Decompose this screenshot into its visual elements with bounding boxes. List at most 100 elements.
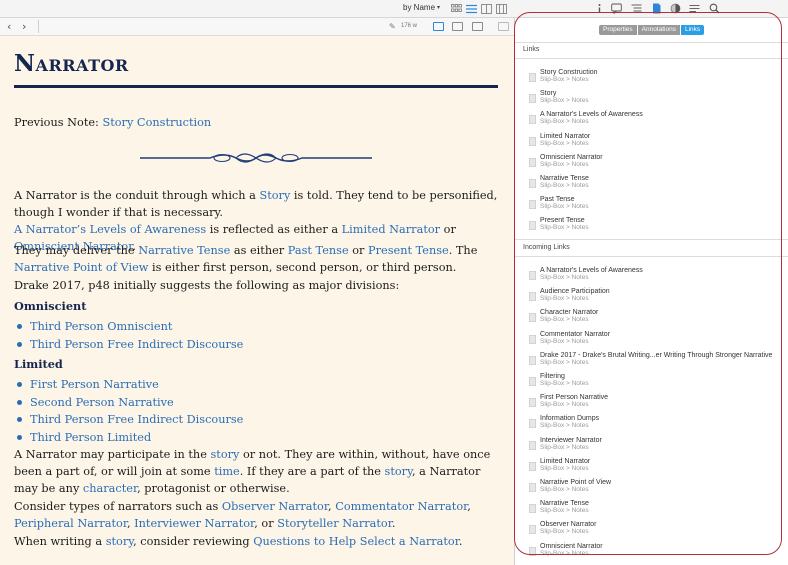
link-list-item[interactable]: Audience Participation Slip-Box > Notes: [527, 288, 788, 309]
doc-icon: [529, 355, 536, 365]
column-view-icon[interactable]: [481, 4, 492, 14]
search-icon[interactable]: [709, 3, 720, 14]
link-story[interactable]: story: [106, 535, 133, 548]
doc-icon: [529, 179, 536, 188]
link-path: Slip-Box > Notes: [540, 507, 589, 515]
link-list-item[interactable]: Observer Narrator Slip-Box > Notes: [527, 521, 788, 542]
paragraph-4: Drake 2017, p48 initially suggests the f…: [14, 279, 400, 292]
link-levels-of-awareness[interactable]: A Narrator’s Levels of Awareness: [14, 223, 206, 236]
link-path: Slip-Box > Notes: [540, 295, 589, 303]
list-link[interactable]: Second Person Narrative: [30, 396, 174, 409]
sort-by-label[interactable]: by Name: [403, 3, 435, 12]
link-list-item[interactable]: Limited Narrator Slip-Box > Notes: [527, 133, 788, 154]
link-narrative-point-of-view[interactable]: Narrative Point of View: [14, 261, 148, 274]
bookmark-icon[interactable]: [651, 3, 662, 14]
link-present-tense[interactable]: Present Tense: [368, 244, 449, 257]
link-list-item[interactable]: A Narrator's Levels of Awareness Slip-Box…: [527, 111, 788, 132]
link-path: Slip-Box > Notes: [540, 486, 589, 493]
doc-icon: [529, 73, 536, 82]
toc-icon[interactable]: [631, 3, 642, 14]
link-time[interactable]: time: [214, 465, 240, 478]
link-list-item[interactable]: First Person Narrative Slip-Box > Notes: [527, 394, 788, 415]
sort-dropdown-caret-icon[interactable]: ▾: [437, 4, 440, 11]
text-run: or: [440, 223, 456, 236]
tab-annotations[interactable]: Annotations: [637, 25, 681, 35]
link-peripheral-narrator[interactable]: Peripheral Narrator: [14, 517, 127, 530]
link-list-item[interactable]: Narrative Point of View Slip-Box > Notes: [527, 479, 788, 500]
link-past-tense[interactable]: Past Tense: [288, 244, 349, 257]
doc-icon: [529, 398, 536, 408]
text-view-icon[interactable]: [452, 22, 463, 31]
split-view-icon[interactable]: [472, 22, 483, 31]
info-icon[interactable]: [594, 3, 605, 14]
link-path: Slip-Box > Notes: [540, 358, 589, 366]
comment-icon[interactable]: [611, 3, 622, 14]
list-view-icon[interactable]: [466, 4, 477, 14]
link-observer-narrator[interactable]: Observer Narrator: [222, 500, 328, 513]
link-list-item[interactable]: Information Dumps Slip-Box > Notes: [527, 415, 788, 436]
link-interviewer-narrator[interactable]: Interviewer Narrator: [134, 517, 254, 530]
list-link[interactable]: Third Person Omniscient: [30, 320, 172, 333]
doc-icon: [529, 157, 536, 167]
link-path: Slip-Box > Notes: [540, 160, 589, 168]
doc-icon: [529, 419, 536, 429]
link-story[interactable]: story: [385, 465, 412, 478]
link-list-item[interactable]: Story Slip-Box > Notes: [527, 90, 788, 111]
list-link[interactable]: Third Person Limited: [30, 431, 151, 444]
list-link[interactable]: Third Person Free Indirect Discourse: [30, 413, 243, 426]
tab-links[interactable]: Links: [680, 25, 705, 35]
link-story[interactable]: Story: [259, 189, 290, 202]
outline-view-icon[interactable]: [496, 4, 507, 14]
link-limited-narrator[interactable]: Limited Narrator: [342, 223, 440, 236]
link-path: Slip-Box > Notes: [540, 203, 589, 211]
link-commentator-narrator[interactable]: Commentator Narrator: [335, 500, 467, 513]
word-count-icon: ✎: [389, 22, 396, 31]
link-list-item[interactable]: Present Tense Slip-Box > Notes: [527, 217, 788, 238]
list-link[interactable]: First Person Narrative: [30, 378, 159, 391]
forward-button[interactable]: ›: [22, 20, 26, 33]
link-list-item[interactable]: Character Narrator Slip-Box > Notes: [527, 309, 788, 330]
link-list-item[interactable]: Narrative Tense Slip-Box > Notes: [527, 500, 788, 521]
link-list-item[interactable]: Interviewer Narrator Slip-Box > Notes: [527, 437, 788, 458]
back-button[interactable]: ‹: [7, 20, 11, 33]
text-run: , consider reviewing: [133, 535, 254, 548]
link-path: Slip-Box > Notes: [540, 401, 589, 409]
link-list-item[interactable]: Commentator Narrator Slip-Box > Notes: [527, 331, 788, 352]
link-list-item[interactable]: Drake 2017 - Drake's Brutal Writing...er…: [527, 352, 788, 373]
grid-view-icon[interactable]: [451, 4, 462, 14]
link-list-item[interactable]: Omniscient Narrator Slip-Box > Notes: [527, 154, 788, 175]
link-path: Slip-Box > Notes: [540, 443, 589, 451]
link-list-item[interactable]: A Narrator's Levels of Awareness Slip-Box…: [527, 267, 788, 288]
link-character[interactable]: character: [83, 482, 137, 495]
text-run: A Narrator may participate in the: [14, 448, 211, 461]
link-questions-select-narrator[interactable]: Questions to Help Select a Narrator: [253, 535, 459, 548]
paragraph-5: A Narrator may participate in the story …: [14, 446, 498, 497]
preview-toggle-icon[interactable]: [498, 22, 509, 31]
text-run: or: [348, 244, 369, 257]
link-narrative-tense[interactable]: Narrative Tense: [138, 244, 230, 257]
link-storyteller-narrator[interactable]: Storyteller Narrator: [277, 517, 392, 530]
doc-icon: [529, 483, 536, 492]
doc-icon: [529, 313, 536, 323]
doc-icon: [529, 546, 536, 556]
link-list-item[interactable]: Filtering Slip-Box > Notes: [527, 373, 788, 394]
link-list-item[interactable]: Past Tense Slip-Box > Notes: [527, 196, 788, 217]
link-story[interactable]: story: [210, 448, 239, 461]
link-path: Slip-Box > Notes: [540, 274, 589, 281]
top-toolbar: by Name ▾: [0, 0, 788, 18]
single-page-view-icon[interactable]: [433, 22, 444, 31]
doc-icon: [529, 94, 536, 104]
list-link[interactable]: Third Person Free Indirect Discourse: [30, 338, 243, 351]
divider: [515, 58, 788, 59]
doc-icon: [529, 504, 536, 514]
previous-note-link[interactable]: Story Construction: [102, 116, 211, 129]
tab-properties[interactable]: Properties: [599, 25, 638, 35]
divider: [515, 256, 788, 257]
link-list-item[interactable]: Story Construction Slip-Box > Notes: [527, 69, 788, 90]
link-list-item[interactable]: Limited Narrator Slip-Box > Notes: [527, 458, 788, 479]
appearance-icon[interactable]: [670, 3, 681, 14]
format-icon[interactable]: [689, 3, 700, 14]
link-list-item[interactable]: Narrative Tense Slip-Box > Notes: [527, 175, 788, 196]
nav-divider: [38, 20, 39, 33]
link-list-item[interactable]: Omniscient Narrator Slip-Box > Notes: [527, 543, 788, 564]
